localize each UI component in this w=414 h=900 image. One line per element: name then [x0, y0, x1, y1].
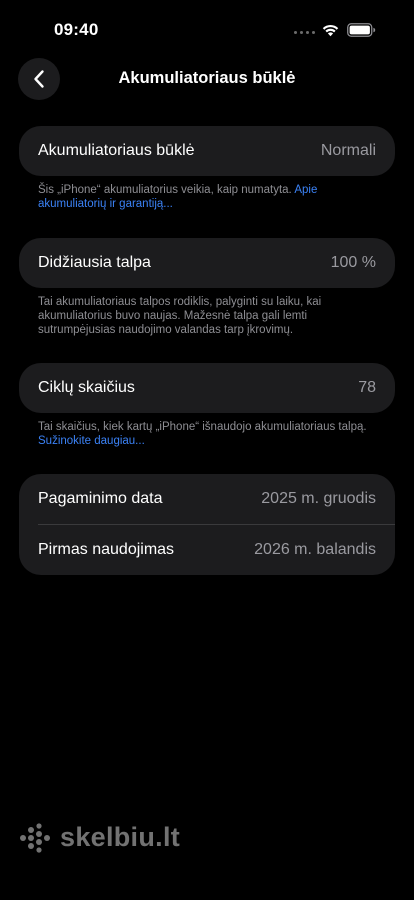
max-capacity-label: Didžiausia talpa	[38, 254, 151, 271]
cycle-count-row: Ciklų skaičius 78	[19, 363, 395, 413]
watermark: skelbiu.lt	[18, 822, 180, 853]
cycle-count-group: Ciklų skaičius 78	[19, 363, 395, 413]
battery-health-value: Normali	[320, 142, 376, 159]
first-use-label: Pirmas naudojimas	[38, 541, 175, 558]
max-capacity-value: 100 %	[330, 254, 376, 271]
battery-health-footnote-text: Šis „iPhone“ akumuliatorius veikia, kaip…	[38, 184, 295, 196]
battery-health-label: Akumuliatoriaus būklė	[38, 142, 195, 159]
wifi-icon	[322, 24, 339, 37]
chevron-left-icon	[34, 70, 44, 88]
cycle-count-label: Ciklų skaičius	[38, 379, 135, 396]
battery-health-group: Akumuliatoriaus būklė Normali	[19, 126, 395, 176]
max-capacity-row: Didžiausia talpa 100 %	[19, 238, 395, 288]
status-time: 09:40	[54, 20, 99, 39]
signal-dots-icon	[294, 31, 315, 34]
status-bar: 09:40	[0, 0, 414, 56]
page-title: Akumuliatoriaus būklė	[118, 69, 296, 87]
dates-group: Pagaminimo data 2025 m. gruodis Pirmas n…	[19, 474, 395, 575]
learn-more-link[interactable]: Sužinokite daugiau...	[38, 435, 145, 447]
max-capacity-group: Didžiausia talpa 100 %	[19, 238, 395, 288]
manufacture-date-value: 2025 m. gruodis	[261, 490, 376, 507]
watermark-text: skelbiu.lt	[60, 822, 181, 852]
first-use-row: Pirmas naudojimas 2026 m. balandis	[19, 525, 395, 575]
cycle-count-footnote-text: Tai skaičius, kiek kartų „iPhone“ išnaud…	[38, 421, 367, 433]
max-capacity-footnote: Tai akumuliatoriaus talpos rodiklis, pal…	[38, 296, 322, 336]
battery-health-row[interactable]: Akumuliatoriaus būklė Normali	[19, 126, 395, 176]
manufacture-date-label: Pagaminimo data	[38, 490, 163, 507]
back-button[interactable]	[18, 58, 60, 100]
cycle-count-footnote: Tai skaičius, kiek kartų „iPhone“ išnaud…	[38, 420, 378, 448]
cycle-count-value: 78	[358, 379, 376, 396]
battery-icon	[347, 23, 376, 37]
manufacture-date-row: Pagaminimo data 2025 m. gruodis	[19, 474, 395, 524]
skelbiu-logo-icon	[20, 822, 50, 853]
first-use-value: 2026 m. balandis	[254, 541, 376, 558]
battery-health-footnote: Šis „iPhone“ akumuliatorius veikia, kaip…	[38, 183, 378, 211]
